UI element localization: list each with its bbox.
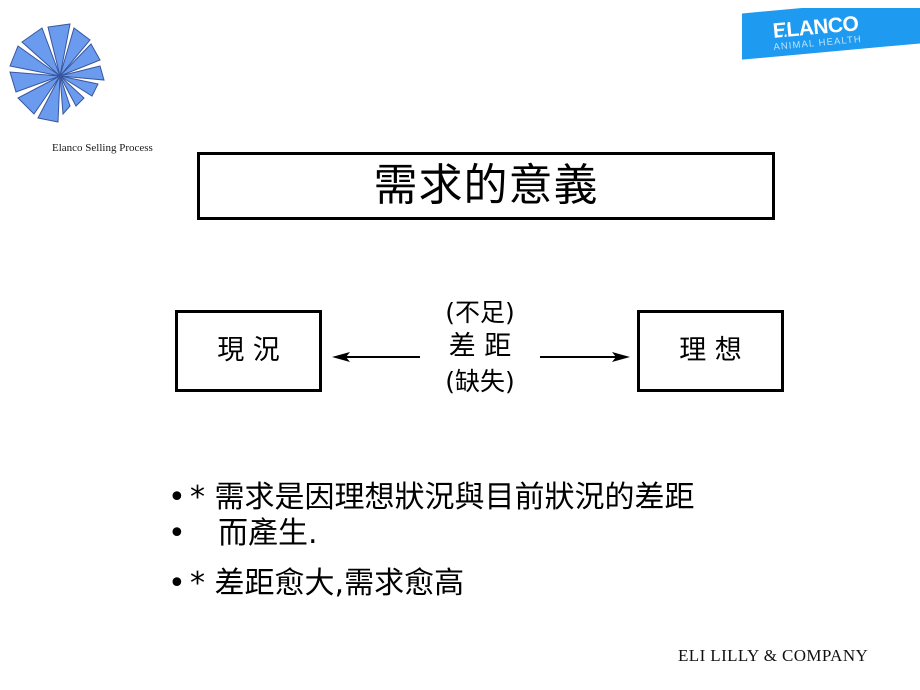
selling-process-caption: Elanco Selling Process (52, 142, 153, 154)
ideal-situation-label: 理 想 (679, 335, 742, 366)
list-item: • * 需求是因理想狀況與目前狀況的差距 (168, 480, 868, 516)
list-item: • 而產生. (168, 516, 868, 552)
gap-main-label: 差 距 (448, 331, 512, 362)
bullet-dot-icon: • (168, 516, 186, 551)
arrow-right-icon (540, 349, 630, 362)
slide-title-box: 需求的意義 (197, 152, 775, 220)
arrow-right-svg (540, 352, 630, 362)
gap-center-stack: (不足) 差 距 (缺失) (400, 296, 560, 398)
pinwheel-icon (9, 23, 105, 123)
elanco-logo-banner: ELANCO ANIMAL HEALTH .. (742, 8, 920, 66)
bullet-dot-icon: • (168, 566, 186, 601)
slide-canvas: ELANCO ANIMAL HEALTH .. Elanco S (0, 0, 920, 690)
ideal-situation-box: 理 想 (637, 310, 784, 392)
elanco-wordmark-l: L (785, 17, 800, 42)
current-situation-box: 現 況 (175, 310, 322, 392)
gap-shortage-label: (不足) (445, 298, 515, 327)
bullet-text: * 差距愈大,需求愈高 (190, 566, 465, 601)
bullet-text: 而產生. (218, 516, 318, 551)
page-title: 需求的意義 (373, 160, 599, 211)
bullet-dot-icon: • (168, 480, 186, 515)
current-situation-label: 現 況 (217, 335, 280, 366)
gap-diagram: 現 況 (不足) 差 距 (缺失) 理 想 (0, 296, 920, 416)
bullet-list: • * 需求是因理想狀況與目前狀況的差距 • 而產生. • * 差距愈大,需求愈… (168, 480, 868, 602)
list-item: • * 差距愈大,需求愈高 (168, 566, 868, 602)
pinwheel-starburst-logo (8, 22, 112, 134)
bullet-text: * 需求是因理想狀況與目前狀況的差距 (190, 480, 695, 515)
gap-missing-label: (缺失) (445, 367, 515, 396)
footer-company-name: ELI LILLY & COMPANY (678, 646, 869, 665)
